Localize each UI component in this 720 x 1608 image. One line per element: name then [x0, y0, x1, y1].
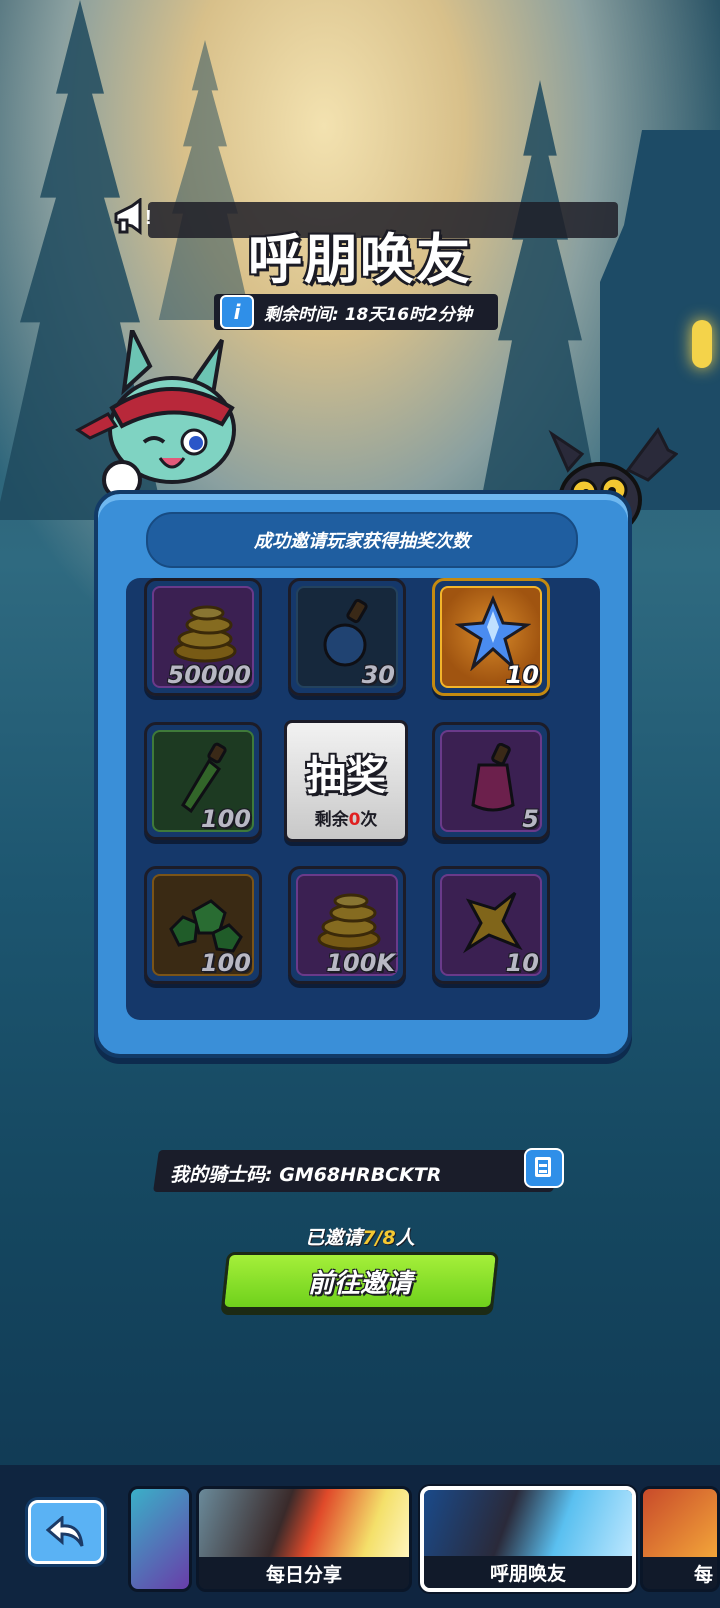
tab-label: 每日分享	[199, 1557, 409, 1589]
reward-slot-green-gems: 100	[144, 866, 262, 984]
panel-banner: 成功邀请玩家获得抽奖次数	[146, 512, 578, 568]
reward-qty: 10	[505, 661, 539, 689]
draw-remaining-suffix: 次	[360, 810, 378, 830]
panel-banner-text: 成功邀请玩家获得抽奖次数	[254, 531, 470, 552]
reward-qty: 100	[200, 805, 251, 833]
reward-slot-purple-potion: 5	[432, 722, 550, 840]
draw-remaining-prefix: 剩余	[314, 810, 349, 830]
info-icon[interactable]: i	[220, 295, 254, 329]
green-gems-icon	[169, 899, 243, 953]
remaining-time-bar: i 剩余时间: 18天16时2分钟	[214, 294, 498, 330]
reward-qty: 50000	[167, 661, 252, 689]
draw-button-title: 抽奖	[306, 753, 386, 799]
go-invite-button[interactable]: 前往邀请	[220, 1252, 500, 1310]
reward-slot-gold-coins-2: 100K	[288, 866, 406, 984]
tab-daily-share[interactable]: 每日分享	[196, 1486, 412, 1592]
gold-star-icon	[462, 891, 523, 954]
copy-icon[interactable]	[524, 1148, 564, 1188]
bandana-cat-mascot	[75, 330, 236, 500]
partial-tab-art	[643, 1489, 717, 1561]
invited-suffix: 人	[395, 1227, 415, 1249]
draw-remaining: 剩余0次	[287, 805, 405, 830]
gold-coins-icon	[173, 605, 237, 663]
invited-prefix: 已邀请	[305, 1227, 363, 1249]
reward-qty: 5	[522, 805, 539, 833]
reward-qty: 30	[361, 661, 395, 689]
reward-slot-green-vial: 100	[144, 722, 262, 840]
tab-label: 呼朋唤友	[424, 1556, 632, 1588]
page-title: 呼朋唤友	[248, 228, 472, 291]
back-button[interactable]	[28, 1500, 104, 1564]
reward-slot-blue-potion: 30	[288, 578, 406, 696]
tab-invite-friends[interactable]: 呼朋唤友	[420, 1486, 636, 1592]
back-arrow-icon	[46, 1516, 84, 1547]
purple-potion-icon	[471, 743, 515, 812]
remaining-time-text: 剩余时间: 18天16时2分钟	[264, 304, 472, 325]
tab-partial-right[interactable]: 每	[640, 1486, 720, 1592]
invite-friends-art	[424, 1490, 632, 1562]
tab-label: 每	[643, 1557, 717, 1589]
draw-button[interactable]: 抽奖 剩余0次	[284, 720, 408, 842]
invited-number: 7/8	[362, 1227, 396, 1249]
daily-share-art	[199, 1489, 409, 1561]
lottery-panel: 成功邀请玩家获得抽奖次数 50000 30 10 100 抽奖 剩余0次 5 1…	[94, 490, 632, 1058]
knight-code-text: 我的骑士码: GM68HRBCKTR	[170, 1164, 442, 1186]
house-window	[692, 320, 712, 368]
draw-remaining-count: 0	[348, 810, 361, 830]
reward-qty: 10	[505, 949, 539, 977]
reward-qty: 100K	[326, 949, 395, 977]
go-invite-label: 前往邀请	[307, 1268, 412, 1299]
reward-qty: 100	[200, 949, 251, 977]
blue-crystal-icon	[455, 595, 531, 671]
tab-partial-left[interactable]	[128, 1486, 192, 1592]
invited-count: 已邀请7/8人	[0, 1223, 720, 1250]
gold-coins-icon	[317, 893, 381, 951]
reward-slot-gold-coins: 50000	[144, 578, 262, 696]
reward-slot-gold-star: 10	[432, 866, 550, 984]
reward-slot-blue-crystal: 10	[432, 578, 550, 696]
